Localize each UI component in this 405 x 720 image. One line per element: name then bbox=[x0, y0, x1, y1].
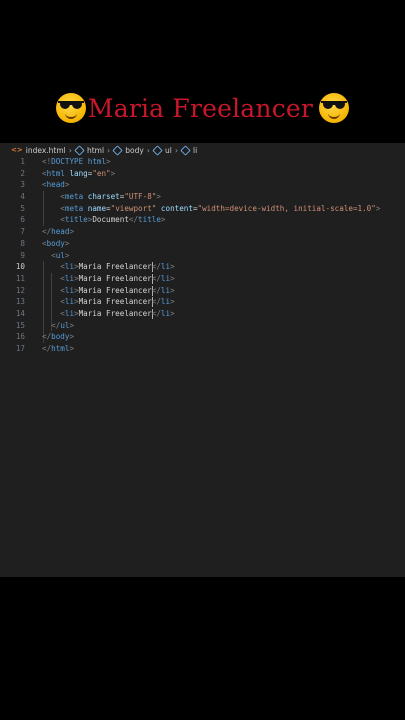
breadcrumb-item-body[interactable]: body bbox=[112, 144, 144, 156]
code-text: <li>Maria Freelancer</li> bbox=[60, 308, 175, 319]
title-banner: Maria Freelancer bbox=[0, 88, 405, 128]
element-icon bbox=[74, 144, 85, 156]
code-text: <head> bbox=[42, 180, 70, 190]
code-line[interactable]: 6 <title>Document</title> bbox=[0, 214, 405, 226]
line-number: 7 bbox=[20, 227, 25, 237]
text-cursor bbox=[151, 273, 153, 284]
text-cursor bbox=[151, 285, 153, 296]
line-number: 3 bbox=[20, 180, 25, 190]
element-icon bbox=[152, 144, 163, 156]
code-text: <meta charset="UTF-8"> bbox=[60, 192, 161, 202]
line-number: 5 bbox=[20, 203, 25, 213]
chevron-right-icon: › bbox=[68, 145, 72, 155]
code-line[interactable]: 9 <ul> bbox=[0, 250, 405, 262]
line-number: 16 bbox=[15, 332, 25, 342]
line-number: 17 bbox=[15, 344, 25, 353]
line-number: 2 bbox=[20, 168, 25, 178]
sunglasses-emoji-icon bbox=[55, 93, 86, 123]
code-line[interactable]: 2 <html lang="en"> bbox=[0, 168, 405, 180]
code-line[interactable]: 16 </body> bbox=[0, 331, 405, 343]
code-text: </ul> bbox=[51, 320, 75, 330]
code-text: <ul> bbox=[51, 250, 70, 260]
code-text: <!DOCTYPE html> bbox=[42, 157, 111, 166]
line-number: 8 bbox=[20, 238, 25, 248]
code-text: <li>Maria Freelancer</li> bbox=[60, 273, 175, 284]
breadcrumb-label: body bbox=[125, 145, 144, 155]
code-text: </head> bbox=[42, 227, 75, 237]
line-number: 6 bbox=[20, 215, 25, 225]
code-text: <body> bbox=[42, 238, 70, 248]
text-cursor bbox=[151, 297, 153, 308]
code-text: <li>Maria Freelancer</li> bbox=[60, 297, 175, 308]
breadcrumb-item-li[interactable]: li bbox=[180, 144, 198, 156]
code-text: <meta name="viewport" content="width=dev… bbox=[60, 203, 381, 213]
line-number: 13 bbox=[15, 297, 25, 307]
html-file-icon: <> bbox=[11, 146, 23, 154]
breadcrumb-item-html[interactable]: html bbox=[74, 144, 105, 156]
chevron-right-icon: › bbox=[107, 145, 111, 155]
breadcrumb-label: ul bbox=[165, 145, 172, 155]
code-editor[interactable]: <> index.html › html › body › ul › li 1 <… bbox=[0, 143, 405, 577]
breadcrumb: <> index.html › html › body › ul › li bbox=[0, 143, 405, 157]
code-line[interactable]: 13 <li>Maria Freelancer</li> bbox=[0, 296, 405, 308]
page-title: Maria Freelancer bbox=[87, 93, 314, 123]
code-text: <html lang="en"> bbox=[42, 168, 116, 178]
line-number: 14 bbox=[15, 308, 25, 318]
code-line[interactable]: 11 <li>Maria Freelancer</li> bbox=[0, 273, 405, 285]
code-text: </body> bbox=[42, 332, 75, 342]
breadcrumb-item-ul[interactable]: ul bbox=[152, 144, 172, 156]
code-line[interactable]: 3 <head> bbox=[0, 179, 405, 191]
code-line[interactable]: 15 </ul> bbox=[0, 320, 405, 332]
text-cursor bbox=[151, 308, 153, 319]
code-line[interactable]: 8 <body> bbox=[0, 238, 405, 250]
chevron-right-icon: › bbox=[174, 145, 179, 155]
code-line[interactable]: 4 <meta charset="UTF-8"> bbox=[0, 191, 405, 203]
code-line[interactable]: 14 <li>Maria Freelancer</li> bbox=[0, 308, 405, 320]
breadcrumb-item-file[interactable]: <> index.html bbox=[11, 146, 66, 155]
chevron-right-icon: › bbox=[146, 145, 150, 155]
code-line[interactable]: 17 </html> bbox=[0, 343, 405, 355]
code-area[interactable]: 1 <!DOCTYPE html> 2 <html lang="en"> 3 <head>… bbox=[0, 156, 405, 355]
code-line[interactable]: 10 <li>Maria Freelancer</li> bbox=[0, 261, 405, 273]
text-cursor bbox=[151, 262, 153, 273]
breadcrumb-label: li bbox=[193, 145, 198, 155]
line-number: 4 bbox=[20, 192, 25, 202]
breadcrumb-label: index.html bbox=[25, 145, 66, 155]
breadcrumb-label: html bbox=[86, 145, 105, 155]
code-line[interactable]: 5 <meta name="viewport" content="width=d… bbox=[0, 203, 405, 215]
code-line[interactable]: 1 <!DOCTYPE html> bbox=[0, 156, 405, 168]
line-number: 1 bbox=[20, 157, 25, 166]
line-number: 15 bbox=[15, 320, 25, 330]
sunglasses-emoji-icon bbox=[319, 93, 350, 123]
line-number: 10 bbox=[15, 262, 25, 272]
code-text: <title>Document</title> bbox=[60, 215, 166, 225]
code-line[interactable]: 7 </head> bbox=[0, 226, 405, 238]
element-icon bbox=[180, 144, 191, 156]
element-icon bbox=[112, 144, 123, 156]
code-text: <li>Maria Freelancer</li> bbox=[60, 285, 175, 296]
code-line[interactable]: 12 <li>Maria Freelancer</li> bbox=[0, 285, 405, 297]
line-number: 11 bbox=[15, 273, 25, 283]
line-number: 9 bbox=[20, 250, 25, 260]
line-number: 12 bbox=[15, 285, 25, 295]
code-text: <li>Maria Freelancer</li> bbox=[60, 262, 175, 273]
code-text: </html> bbox=[42, 344, 75, 353]
